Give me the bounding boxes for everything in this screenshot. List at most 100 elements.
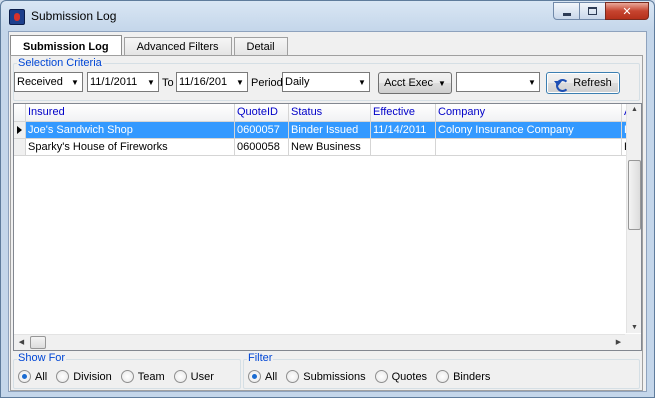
refresh-icon [554, 78, 570, 92]
date-type-value: Received [17, 76, 63, 88]
cell-effective[interactable] [371, 139, 436, 156]
maximize-button[interactable] [579, 2, 606, 20]
show-for-label: Show For [17, 352, 67, 364]
radio-label: Binders [453, 370, 491, 383]
from-date-value: 11/1/2011 [90, 76, 138, 88]
row-selector[interactable] [14, 139, 26, 156]
tab-submission-log[interactable]: Submission Log [10, 35, 122, 57]
maximize-icon [588, 7, 597, 15]
show-for-division-radio[interactable]: Division [56, 370, 112, 383]
filter-all-radio[interactable]: All [248, 370, 277, 383]
window-title: Submission Log [31, 9, 117, 23]
scroll-corner [625, 334, 641, 350]
cell-insured[interactable]: Joe's Sandwich Shop [26, 122, 235, 139]
refresh-label: Refresh [573, 77, 612, 89]
radio-icon [248, 370, 261, 383]
title-bar[interactable]: Submission Log ✕ [1, 1, 654, 31]
radio-label: Team [137, 370, 165, 383]
chevron-down-icon: ▼ [147, 77, 155, 87]
radio-label: Division [73, 370, 112, 383]
show-for-group: Show For All Division Team User [13, 352, 241, 389]
minimize-icon [562, 12, 571, 16]
acct-exec-button[interactable]: Acct Exec ▼ [378, 72, 452, 94]
vertical-scroll-thumb[interactable] [628, 160, 641, 230]
row-pointer-icon [17, 126, 22, 134]
grid-header: Insured QuoteID Status Effective Company… [14, 104, 632, 122]
horizontal-scroll-thumb[interactable] [30, 336, 46, 349]
cell-effective[interactable]: 11/14/2011 [371, 122, 436, 139]
date-type-select[interactable]: Received ▼ [14, 72, 83, 92]
cell-quoteid[interactable]: 0600057 [235, 122, 289, 139]
scroll-left-icon[interactable]: ◀ [14, 338, 29, 346]
cell-insured[interactable]: Sparky's House of Fireworks [26, 139, 235, 156]
submission-grid[interactable]: Insured QuoteID Status Effective Company… [13, 103, 642, 351]
tab-strip: Submission Log Advanced Filters Detail [10, 34, 290, 57]
row-selector-header [14, 104, 26, 122]
radio-icon [436, 370, 450, 383]
radio-label: All [265, 370, 278, 383]
period-label: Period [251, 77, 283, 89]
client-area: Submission Log Advanced Filters Detail S… [8, 31, 647, 392]
filter-options: All Submissions Quotes Binders [248, 370, 499, 383]
column-header-insured[interactable]: Insured [26, 104, 235, 122]
radio-label: Submissions [303, 370, 366, 383]
radio-label: All [35, 370, 48, 383]
tab-detail[interactable]: Detail [233, 37, 288, 56]
radio-icon [173, 370, 187, 383]
acct-exec-label: Acct Exec [384, 77, 433, 89]
scroll-up-icon[interactable]: ▲ [627, 106, 641, 113]
acct-exec-select[interactable]: ▼ [456, 72, 540, 92]
radio-label: Quotes [391, 370, 428, 383]
filter-binders-radio[interactable]: Binders [436, 370, 490, 383]
tab-advanced-filters[interactable]: Advanced Filters [123, 37, 232, 56]
radio-icon [56, 370, 70, 383]
close-button[interactable]: ✕ [605, 2, 649, 20]
cell-company[interactable] [436, 139, 622, 156]
cell-status[interactable]: Binder Issued [289, 122, 371, 139]
refresh-button[interactable]: Refresh [546, 72, 620, 94]
radio-icon [374, 370, 388, 383]
radio-icon [18, 370, 31, 383]
radio-icon [120, 370, 134, 383]
show-for-all-radio[interactable]: All [18, 370, 47, 383]
filter-label: Filter [247, 352, 274, 364]
close-icon: ✕ [622, 5, 632, 18]
horizontal-scrollbar[interactable]: ◀ ▶ [14, 334, 626, 350]
chevron-down-icon: ▼ [71, 77, 79, 87]
scroll-right-icon[interactable]: ▶ [611, 338, 626, 346]
to-date-value: 11/16/201 [179, 76, 228, 88]
filter-group: Filter All Submissions Quotes Binders [243, 352, 640, 389]
table-row[interactable]: Sparky's House of Fireworks 0600058 New … [14, 139, 632, 156]
cell-status[interactable]: New Business [289, 139, 371, 156]
app-icon [9, 9, 25, 25]
filter-quotes-radio[interactable]: Quotes [374, 370, 428, 383]
radio-icon [286, 370, 300, 383]
radio-label: User [190, 370, 214, 383]
cell-company[interactable]: Colony Insurance Company [436, 122, 622, 139]
from-date-picker[interactable]: 11/1/2011 ▼ [87, 72, 159, 92]
column-header-status[interactable]: Status [289, 104, 371, 122]
show-for-team-radio[interactable]: Team [120, 370, 165, 383]
show-for-user-radio[interactable]: User [173, 370, 214, 383]
period-select[interactable]: Daily ▼ [282, 72, 370, 92]
selection-criteria-label: Selection Criteria [17, 57, 103, 69]
to-date-picker[interactable]: 11/16/201 ▼ [176, 72, 248, 92]
submission-log-window: Submission Log ✕ Submission Log Advanced… [0, 0, 655, 398]
row-selector[interactable] [14, 122, 26, 139]
filter-submissions-radio[interactable]: Submissions [286, 370, 366, 383]
column-header-quoteid[interactable]: QuoteID [235, 104, 289, 122]
minimize-button[interactable] [553, 2, 580, 20]
cell-quoteid[interactable]: 0600058 [235, 139, 289, 156]
column-header-effective[interactable]: Effective [371, 104, 436, 122]
submission-log-panel: Selection Criteria Received ▼ 11/1/2011 … [10, 55, 643, 391]
column-header-company[interactable]: Company [436, 104, 622, 122]
table-row[interactable]: Joe's Sandwich Shop 0600057 Binder Issue… [14, 122, 632, 139]
vertical-scrollbar[interactable]: ▲ ▼ [626, 104, 641, 333]
chevron-down-icon: ▼ [437, 78, 446, 88]
chevron-down-icon: ▼ [358, 77, 366, 87]
chevron-down-icon: ▼ [236, 77, 244, 87]
caption-buttons: ✕ [553, 2, 649, 20]
show-for-options: All Division Team User [18, 370, 223, 383]
chevron-down-icon: ▼ [528, 77, 536, 87]
scroll-down-icon[interactable]: ▼ [627, 324, 641, 331]
